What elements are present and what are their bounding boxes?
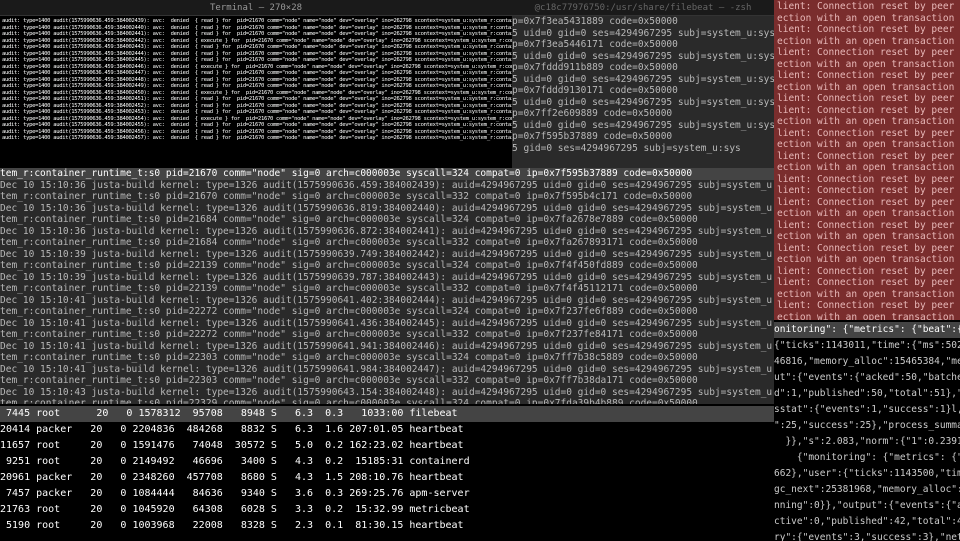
json-line: onitoring": {"metrics": {"beat":{: [774, 322, 960, 338]
kernel-log-line: Dec 10 15:10:36 justa-build kernel: type…: [0, 180, 774, 192]
kernel-log-line: Dec 10 15:10:36 justa-build kernel: type…: [0, 226, 774, 238]
kernel-log-line: Dec 10 15:10:36 justa-build kernel: type…: [0, 203, 774, 215]
json-line: {"monitoring": {"metrics": {"beat":{"c: [774, 450, 960, 466]
kernel-log-line: Dec 10 15:10:41 justa-build kernel: type…: [0, 318, 774, 330]
json-line: 662},"user":{"ticks":1143500,"time":{"ms…: [774, 466, 960, 482]
kernel-log-line: Dec 10 15:10:43 justa-build kernel: type…: [0, 387, 774, 399]
kernel-log-line: tem_r:container_runtime_t:s0 pid=22272 c…: [0, 329, 774, 341]
error-log[interactable]: lient: Connection reset by peer ection w…: [774, 0, 960, 320]
process-row: 20961 packer 20 0 2348260 457708 8680 S …: [0, 470, 774, 486]
json-line: 46816,"memory_alloc":15465384,"mem: [774, 354, 960, 370]
json-line: {"ticks":1143011,"time":{"ms":502}: [774, 338, 960, 354]
kernel-log-line: tem_r:container_runtime_t:s0 pid=21670 c…: [0, 191, 774, 203]
kernel-log-line: tem_r:container_runtime_t:s0 pid=22139 c…: [0, 283, 774, 295]
json-line: gc_next":25381968,"memory_alloc":1701948…: [774, 482, 960, 498]
kernel-log-line: tem_r:container_runtime_t:s0 pid=22272 c…: [0, 306, 774, 318]
json-line: ctive":0,"published":42,"total":42},"que…: [774, 514, 960, 530]
json-line: nning":0}},"output":{"events":{"acked":4…: [774, 498, 960, 514]
json-line: ry":{"events":3,"success":3},"network":{…: [774, 530, 960, 541]
kernel-log-line: tem_r:container_runtime_t:s0 pid=22303 c…: [0, 352, 774, 364]
json-line: ut":{"events":{"acked":50,"batche: [774, 370, 960, 386]
process-row: 11657 root 20 0 1591476 74048 30572 S 5.…: [0, 438, 774, 454]
kernel-log-line: Dec 10 15:10:39 justa-build kernel: type…: [0, 249, 774, 261]
json-line: }},"s":2.083,"norm":{"1":0.2391,"15":0.: [774, 434, 960, 450]
kernel-log-line: tem_r:container_runtime_t:s0 pid=22139 c…: [0, 260, 774, 272]
kernel-log-top[interactable]: p=0x7f3ea5431889 code=0x50000 5 uid=0 gi…: [512, 16, 774, 168]
kernel-log-line: Dec 10 15:10:39 justa-build kernel: type…: [0, 272, 774, 284]
kernel-log-line: tem_r:container_runtime_t:s0 pid=21670 c…: [0, 168, 774, 180]
kernel-log-line: tem_r:container_runtime_t:s0 pid=21684 c…: [0, 214, 774, 226]
process-row: 7457 packer 20 0 1084444 84636 9340 S 3.…: [0, 486, 774, 502]
titlebar-shell[interactable]: @c18c77976750:/usr/share/filebeat — -zsh…: [512, 0, 774, 16]
json-metrics[interactable]: onitoring": {"metrics": {"beat":{{"ticks…: [774, 320, 960, 541]
kernel-log-main[interactable]: tem_r:container_runtime_t:s0 pid=21670 c…: [0, 168, 774, 404]
process-row: 7445 root 20 0 1578312 95708 8948 S 6.3 …: [0, 406, 774, 422]
json-line: d":1,"published":50,"total":51},"q: [774, 386, 960, 402]
terminal-audit-log[interactable]: audit: type=1400 audit(1575990636.459:38…: [0, 16, 512, 168]
json-line: sstat":{"events":1,"success":1}l,: [774, 402, 960, 418]
process-row: 9251 root 20 0 2149492 46696 3400 S 4.3 …: [0, 454, 774, 470]
process-table[interactable]: 7445 root 20 0 1578312 95708 8948 S 6.3 …: [0, 404, 774, 541]
kernel-log-line: Dec 10 15:10:41 justa-build kernel: type…: [0, 295, 774, 307]
kernel-log-line: Dec 10 15:10:41 justa-build kernel: type…: [0, 364, 774, 376]
kernel-log-line: tem_r:container_runtime_t:s0 pid=21684 c…: [0, 237, 774, 249]
kernel-log-line: Dec 10 15:10:41 justa-build kernel: type…: [0, 341, 774, 353]
titlebar-terminal[interactable]: Terminal — 270×28: [0, 0, 512, 16]
json-line: ":25,"success":25},"process_summa: [774, 418, 960, 434]
process-row: 5190 root 20 0 1003968 22008 8328 S 2.3 …: [0, 518, 774, 534]
kernel-log-line: tem_r:container_runtime_t:s0 pid=22303 c…: [0, 375, 774, 387]
process-row: 20414 packer 20 0 2204836 484268 8832 S …: [0, 422, 774, 438]
process-row: 21763 root 20 0 1045920 64308 6028 S 3.3…: [0, 502, 774, 518]
